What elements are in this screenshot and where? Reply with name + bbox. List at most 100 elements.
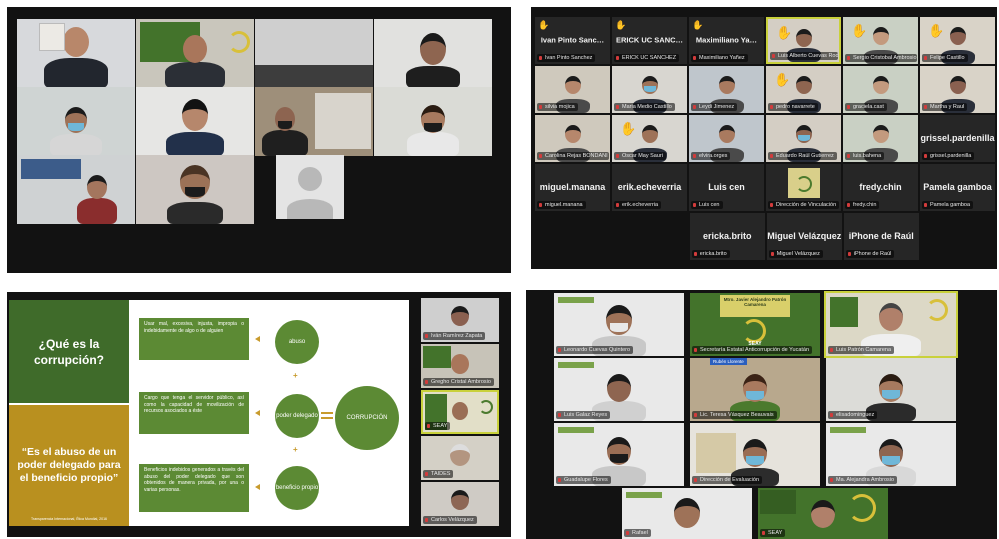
video-tile[interactable]: Dirección de Vinculación: [766, 164, 841, 211]
video-tile[interactable]: graciela.cast: [843, 66, 918, 113]
video-tile[interactable]: TAIDES: [421, 436, 499, 480]
seay-logo-icon: [479, 400, 493, 414]
video-tile[interactable]: Eduardo Raúl Gutierrez: [766, 115, 841, 162]
video-tile[interactable]: [136, 87, 254, 156]
video-tile[interactable]: Dirección de Evaluación: [690, 423, 820, 486]
video-tile[interactable]: ✋ Ivan Pinto Sanc… Ivan Pinto Sanchez: [535, 17, 610, 64]
video-tile[interactable]: ✋ Maximiliano Ya… Maximiliano Yañez: [689, 17, 764, 64]
video-tile[interactable]: [136, 19, 254, 88]
video-tile[interactable]: elisadominguez: [826, 358, 956, 421]
face-mask: [610, 454, 628, 463]
participant-display-name: ericka.brito: [702, 230, 752, 241]
video-tile[interactable]: [136, 155, 254, 224]
video-tile[interactable]: [17, 19, 135, 88]
video-tile[interactable]: SEAY: [758, 488, 888, 539]
participant-name-tag: erik.echeverria: [614, 201, 662, 209]
video-tile[interactable]: Rubén Llorente Lic. Teresa Vásquez Beauv…: [690, 358, 820, 421]
video-tile[interactable]: [374, 19, 492, 88]
participant-head: [183, 35, 207, 63]
participant-name-tag: Iván Ramírez Zapata: [423, 332, 486, 340]
face-mask: [746, 391, 764, 400]
participant-name-tag: Ivan Pinto Sanchez: [537, 54, 596, 62]
participant-head: [182, 99, 208, 131]
video-tile[interactable]: luis.bahena: [843, 115, 918, 162]
video-tile[interactable]: Martha y Raul: [920, 66, 995, 113]
video-tile[interactable]: [276, 155, 344, 219]
face-mask: [185, 187, 205, 197]
arrow-icon: [255, 484, 260, 490]
video-tile[interactable]: Luis Galaz Reyes: [554, 358, 684, 421]
participant-head: [564, 76, 581, 94]
video-tile[interactable]: elvira.orges: [689, 115, 764, 162]
seay-logo-icon: [742, 319, 766, 343]
participant-name-tag: ERICK UC SANCHEZ: [614, 54, 680, 62]
video-tile[interactable]: grissel.pardenilla grissel.pardenilla: [920, 115, 995, 162]
participant-display-name: Miguel Velázquez: [767, 230, 842, 241]
video-tile[interactable]: ✋ Sergio Cristobal Ambrosio: [843, 17, 918, 64]
video-tile[interactable]: Iván Ramírez Zapata: [421, 298, 499, 342]
video-tile-active-speaker[interactable]: Luis Patrón Camarena: [824, 291, 958, 358]
concept-circle-corrupcion: CORRUPCIÓN: [335, 386, 399, 450]
circle-label-beneficio: beneficio propio: [275, 485, 319, 491]
video-tile[interactable]: erik.echeverria erik.echeverria: [612, 164, 687, 211]
video-tile[interactable]: ✋ Oscar May Sauri: [612, 115, 687, 162]
participant-name-tag: Secretaría Estatal Anticorrupción de Yuc…: [692, 346, 813, 354]
participant-head: [451, 306, 469, 326]
participant-head: [564, 125, 581, 143]
video-tile[interactable]: Gregho Cristal Ambrosio: [421, 344, 499, 388]
definition-box-beneficio: Beneficios indebidos generados a través …: [139, 464, 249, 512]
video-tile[interactable]: Leydi Jimenez: [689, 66, 764, 113]
definition-poder-text: Cargo que tenga el servidor público, así…: [144, 395, 244, 414]
video-tile[interactable]: ✋ ERICK UC SANC… ERICK UC SANCHEZ: [612, 17, 687, 64]
participant-display-name: iPhone de Raúl: [848, 230, 914, 241]
face-mask: [746, 456, 764, 465]
participant-head: [63, 27, 89, 57]
seay-logo-card: [788, 168, 820, 198]
video-tile[interactable]: Carlos Velázquez: [421, 482, 499, 526]
video-tile[interactable]: ericka.brito ericka.brito: [689, 213, 765, 260]
participant-display-name: fredy.chin: [859, 181, 902, 192]
face-mask: [643, 86, 656, 92]
video-tile[interactable]: Mtro. Javier Alejandro Patrón Camarena S…: [690, 293, 820, 356]
video-tile[interactable]: ✋ pedro navarrete: [766, 66, 841, 113]
video-tile[interactable]: Guadalupe Flores: [554, 423, 684, 486]
answer-box: “Es el abuso de un poder delegado para e…: [9, 405, 129, 526]
video-tile[interactable]: Rafael: [622, 488, 752, 539]
video-tile[interactable]: fredy.chin fredy.chin: [843, 164, 918, 211]
video-tile[interactable]: Maria Medio Castillo: [612, 66, 687, 113]
video-tile[interactable]: Pamela gamboa Pamela gamboa: [920, 164, 995, 211]
video-tile[interactable]: iPhone de Raúl iPhone de Raúl: [843, 213, 919, 260]
video-tile[interactable]: miguel.manana miguel.manana: [535, 164, 610, 211]
video-tile[interactable]: Luis cen Luis cen: [689, 164, 764, 211]
video-tile[interactable]: ✋ Felipe Castillo: [920, 17, 995, 64]
participant-name-tag: grissel.pardenilla: [922, 152, 975, 160]
video-tile[interactable]: ✋ Luis Alberto Cuevas Rodriguez: [766, 17, 841, 64]
video-tile[interactable]: Leonardo Cuevas Quintero: [554, 293, 684, 356]
participant-name-tag: graciela.cast: [845, 103, 887, 111]
zoom-gallery-bottom-right: Leonardo Cuevas Quintero Mtro. Javier Al…: [526, 290, 997, 539]
participant-display-name: grissel.pardenilla: [920, 132, 995, 143]
definition-abuso-text: Usar mal, excesiva, injusta, impropia o …: [144, 321, 244, 334]
participant-display-name: Luis cen: [708, 181, 745, 192]
participant-name-tag: Gregho Cristal Ambrosio: [423, 378, 494, 386]
video-tile[interactable]: [374, 87, 492, 156]
shared-slide: ¿Qué es la corrupción? “Es el abuso de u…: [9, 300, 409, 526]
participant-head: [795, 76, 812, 94]
arrow-icon: [255, 410, 260, 416]
seay-logo-icon: [848, 494, 876, 522]
video-tile[interactable]: Miguel Velázquez Miguel Velázquez: [766, 213, 842, 260]
participant-name-tag: Dirección de Evaluación: [692, 476, 763, 484]
participant-body: [44, 58, 108, 88]
video-tile[interactable]: Carolina Rejas BONDANI: [535, 115, 610, 162]
video-tile[interactable]: [255, 19, 373, 88]
concept-circle-poder: poder delegado: [275, 394, 319, 438]
video-tile[interactable]: Ma. Alejandra Ambrosio: [826, 423, 956, 486]
video-tile[interactable]: silvia mojica: [535, 66, 610, 113]
video-tile-active-speaker[interactable]: SEAY: [421, 390, 499, 434]
participant-head: [451, 490, 469, 510]
participant-head: [949, 27, 966, 45]
answer-source: Transparencia Internacional, Ética Mundi…: [31, 517, 107, 521]
video-tile[interactable]: [17, 87, 135, 156]
video-tile[interactable]: [17, 155, 135, 224]
video-tile[interactable]: [255, 87, 373, 156]
